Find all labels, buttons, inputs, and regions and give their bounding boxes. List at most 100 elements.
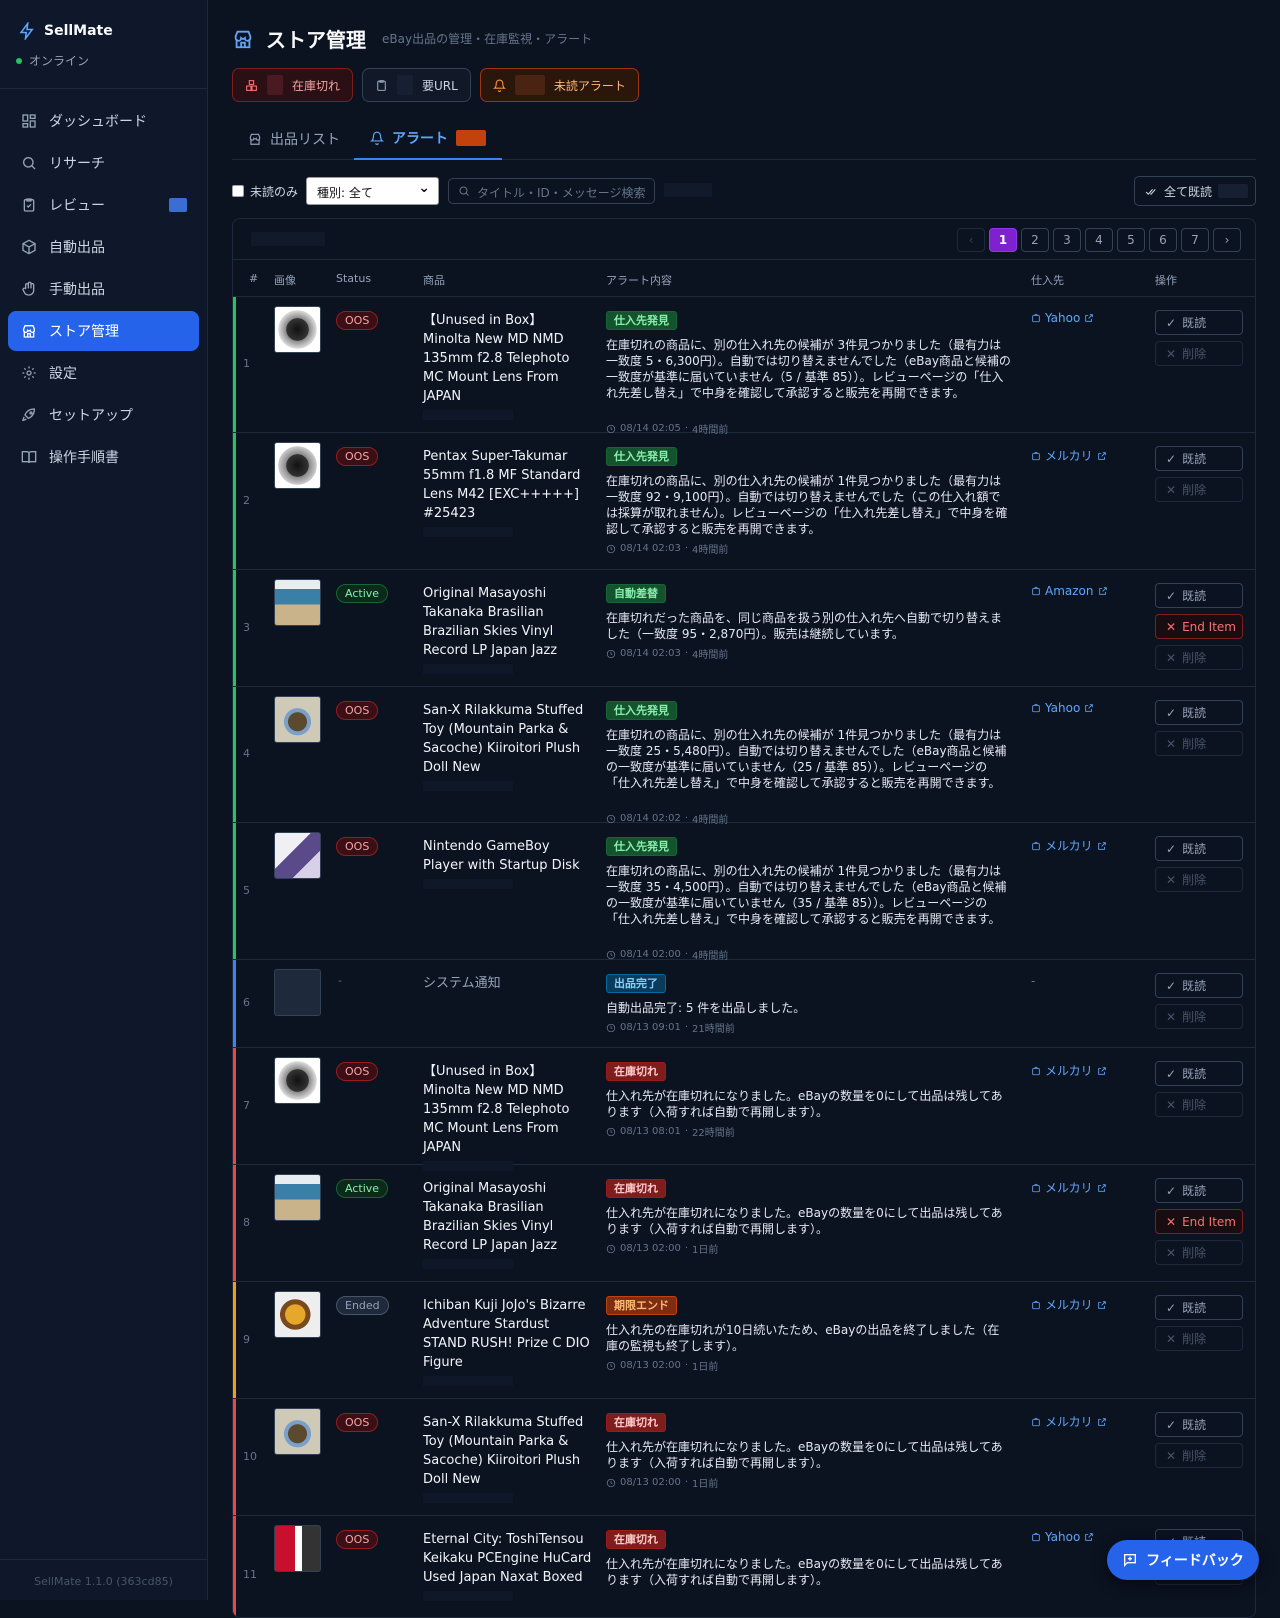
search-input[interactable]: タイトル・ID・メッセージ検索 bbox=[448, 178, 655, 204]
prev-page-button[interactable]: ‹ bbox=[957, 228, 985, 252]
table-row[interactable]: 2 OOS Pentax Super-Takumar 55mm f1.8 MF St… bbox=[233, 433, 1255, 570]
alert-severity-bar bbox=[233, 823, 236, 959]
mark-read-button[interactable]: ✓ 既読 bbox=[1155, 973, 1243, 998]
oos-chip[interactable]: 在庫切れ bbox=[232, 68, 354, 102]
mark-all-read-button[interactable]: 全て既読 bbox=[1134, 176, 1256, 206]
nav-item-settings[interactable]: 設定 bbox=[8, 353, 199, 393]
source-link[interactable]: メルカリ bbox=[1031, 837, 1107, 854]
mark-read-button[interactable]: ✓ 既読 bbox=[1155, 446, 1243, 471]
mark-read-button[interactable]: ✓ 既読 bbox=[1155, 1412, 1243, 1437]
nav-item-auto-listing[interactable]: 自動出品 bbox=[8, 227, 199, 267]
mark-read-button[interactable]: ✓ 既読 bbox=[1155, 583, 1243, 608]
type-select[interactable]: 種別: 全て bbox=[306, 177, 439, 205]
source-link[interactable]: メルカリ bbox=[1031, 1296, 1107, 1313]
source-link[interactable]: Yahoo bbox=[1031, 1530, 1094, 1544]
page-button[interactable]: 6 bbox=[1149, 228, 1177, 252]
page-button[interactable]: 7 bbox=[1181, 228, 1209, 252]
delete-button[interactable]: ✕ 削除 bbox=[1155, 477, 1243, 502]
product-thumbnail[interactable] bbox=[274, 1408, 321, 1455]
delete-button[interactable]: ✕ 削除 bbox=[1155, 1092, 1243, 1117]
nav-item-review[interactable]: レビュー bbox=[8, 185, 199, 225]
tab-alerts[interactable]: アラート bbox=[354, 118, 502, 160]
table-row[interactable]: 6 - システム通知 出品完了 自動出品完了: 5 件を出品しました。 08/13 09:… bbox=[233, 960, 1255, 1048]
product-thumbnail[interactable] bbox=[274, 1057, 321, 1104]
product-thumbnail[interactable] bbox=[274, 1525, 321, 1572]
table-row[interactable]: 10 OOS San-X Rilakkuma Stuffed Toy (Mounta… bbox=[233, 1399, 1255, 1516]
mark-read-button[interactable]: ✓ 既読 bbox=[1155, 700, 1243, 725]
table-row[interactable]: 11 OOS Eternal City: ToshiTensou Keikaku P… bbox=[233, 1516, 1255, 1617]
table-row[interactable]: 3 Active Original Masayoshi Takanaka Brasi… bbox=[233, 570, 1255, 687]
table-row[interactable]: 5 OOS Nintendo GameBoy Player with Startup… bbox=[233, 823, 1255, 962]
page-button[interactable]: 1 bbox=[989, 228, 1017, 252]
page-button[interactable]: 5 bbox=[1117, 228, 1145, 252]
next-page-button[interactable]: › bbox=[1213, 228, 1241, 252]
nav-item-dashboard[interactable]: ダッシュボード bbox=[8, 101, 199, 141]
tab-listings[interactable]: 出品リスト bbox=[232, 118, 356, 160]
need-url-chip[interactable]: 要URL bbox=[362, 68, 471, 102]
page-button[interactable]: 4 bbox=[1085, 228, 1113, 252]
product-title[interactable]: Original Masayoshi Takanaka Brasilian Br… bbox=[423, 1179, 593, 1269]
delete-button[interactable]: ✕ 削除 bbox=[1155, 1443, 1243, 1468]
product-thumbnail[interactable] bbox=[274, 1174, 321, 1221]
unread-alert-chip[interactable]: 未読アラート bbox=[479, 68, 639, 102]
product-thumbnail[interactable] bbox=[274, 442, 321, 489]
nav-item-research[interactable]: リサーチ bbox=[8, 143, 199, 183]
brand[interactable]: SellMate bbox=[18, 22, 113, 40]
nav-item-store[interactable]: ストア管理 bbox=[8, 311, 199, 351]
nav-item-setup[interactable]: セットアップ bbox=[8, 395, 199, 435]
source-link[interactable]: メルカリ bbox=[1031, 447, 1107, 464]
delete-button[interactable]: ✕ 削除 bbox=[1155, 341, 1243, 366]
source-link[interactable]: Yahoo bbox=[1031, 701, 1094, 715]
table-row[interactable]: 9 Ended Ichiban Kuji JoJo's Bizarre Advent… bbox=[233, 1282, 1255, 1399]
product-thumbnail[interactable] bbox=[274, 696, 321, 743]
alert-time: 08/14 02:03 bbox=[620, 648, 681, 659]
product-title[interactable]: Ichiban Kuji JoJo's Bizarre Adventure St… bbox=[423, 1296, 593, 1386]
source-link[interactable]: メルカリ bbox=[1031, 1413, 1107, 1430]
table-row[interactable]: 1 OOS 【Unused in Box】 Minolta New MD NMD 1… bbox=[233, 297, 1255, 436]
product-title[interactable]: システム通知 bbox=[423, 974, 593, 993]
source-link[interactable]: Yahoo bbox=[1031, 311, 1094, 325]
product-thumbnail[interactable] bbox=[274, 832, 321, 879]
product-title[interactable]: Eternal City: ToshiTensou Keikaku PCEngi… bbox=[423, 1530, 593, 1601]
close-icon: ✕ bbox=[1166, 1009, 1177, 1024]
table-row[interactable]: 7 OOS 【Unused in Box】 Minolta New MD NMD 1… bbox=[233, 1048, 1255, 1171]
delete-button[interactable]: ✕ 削除 bbox=[1155, 867, 1243, 892]
source-link[interactable]: メルカリ bbox=[1031, 1179, 1107, 1196]
product-title[interactable]: 【Unused in Box】 Minolta New MD NMD 135mm… bbox=[423, 1062, 593, 1171]
product-title[interactable]: Pentax Super-Takumar 55mm f1.8 MF Standa… bbox=[423, 447, 593, 537]
mark-read-button[interactable]: ✓ 既読 bbox=[1155, 1295, 1243, 1320]
delete-button[interactable]: ✕ 削除 bbox=[1155, 731, 1243, 756]
mark-read-button[interactable]: ✓ 既読 bbox=[1155, 310, 1243, 335]
source-link[interactable]: メルカリ bbox=[1031, 1062, 1107, 1079]
end-item-button[interactable]: ✕ End Item bbox=[1155, 1209, 1243, 1234]
delete-button[interactable]: ✕ 削除 bbox=[1155, 1326, 1243, 1351]
nav-item-manual[interactable]: 操作手順書 bbox=[8, 437, 199, 477]
product-thumbnail[interactable] bbox=[274, 306, 321, 353]
product-title[interactable]: San-X Rilakkuma Stuffed Toy (Mountain Pa… bbox=[423, 1413, 593, 1503]
table-row[interactable]: 8 Active Original Masayoshi Takanaka Brasi… bbox=[233, 1165, 1255, 1282]
product-thumbnail[interactable] bbox=[274, 1291, 321, 1338]
source-link[interactable]: Amazon bbox=[1031, 584, 1108, 598]
product-title[interactable]: 【Unused in Box】 Minolta New MD NMD 135mm… bbox=[423, 311, 593, 420]
delete-button[interactable]: ✕ 削除 bbox=[1155, 1004, 1243, 1029]
unread-only-checkbox[interactable] bbox=[232, 185, 244, 197]
nav-item-manual-listing[interactable]: 手動出品 bbox=[8, 269, 199, 309]
feedback-button[interactable]: フィードバック bbox=[1107, 1540, 1259, 1580]
end-item-button[interactable]: ✕ End Item bbox=[1155, 614, 1243, 639]
delete-button[interactable]: ✕ 削除 bbox=[1155, 1240, 1243, 1265]
chip-label: 要URL bbox=[422, 78, 458, 93]
table-row[interactable]: 4 OOS San-X Rilakkuma Stuffed Toy (Mountai… bbox=[233, 687, 1255, 826]
page-button[interactable]: 3 bbox=[1053, 228, 1081, 252]
mark-read-button[interactable]: ✓ 既読 bbox=[1155, 836, 1243, 861]
status-badge: OOS bbox=[336, 311, 379, 330]
product-title[interactable]: San-X Rilakkuma Stuffed Toy (Mountain Pa… bbox=[423, 701, 593, 791]
page-button[interactable]: 2 bbox=[1021, 228, 1049, 252]
shop-bag-icon bbox=[1032, 1300, 1040, 1309]
mark-read-button[interactable]: ✓ 既読 bbox=[1155, 1178, 1243, 1203]
product-thumbnail[interactable] bbox=[274, 969, 321, 1016]
delete-button[interactable]: ✕ 削除 bbox=[1155, 645, 1243, 670]
product-title[interactable]: Nintendo GameBoy Player with Startup Dis… bbox=[423, 837, 593, 889]
mark-read-button[interactable]: ✓ 既読 bbox=[1155, 1061, 1243, 1086]
product-title[interactable]: Original Masayoshi Takanaka Brasilian Br… bbox=[423, 584, 593, 674]
product-thumbnail[interactable] bbox=[274, 579, 321, 626]
